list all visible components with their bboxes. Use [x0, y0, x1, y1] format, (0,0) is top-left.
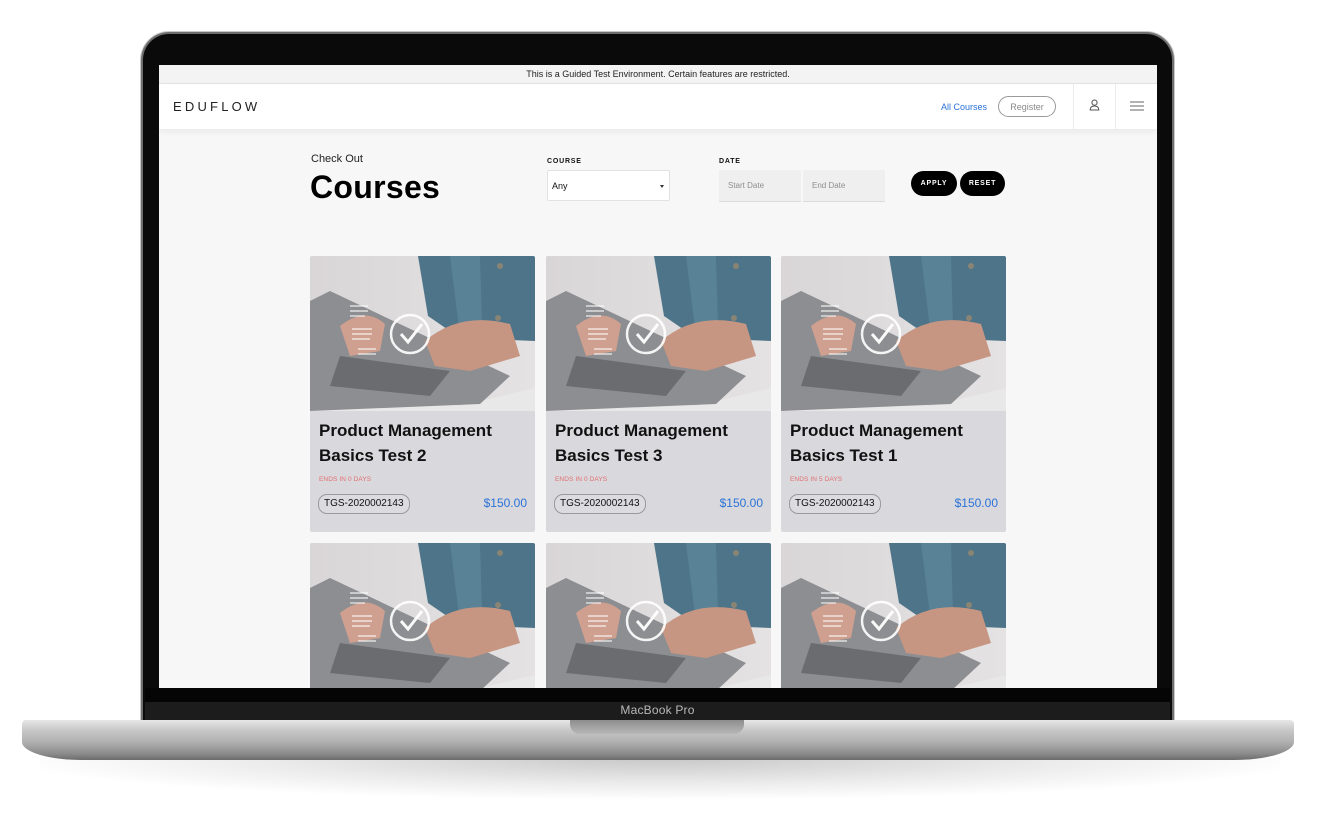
course-thumbnail [546, 543, 771, 688]
laptop-shadow [40, 758, 1280, 798]
navbar: EDUFLOW All Courses Register [159, 84, 1157, 129]
course-title[interactable]: Product Management Basics Test 1 [790, 418, 995, 468]
menu-button[interactable] [1115, 84, 1157, 129]
course-filter-label: COURSE [547, 158, 582, 165]
page-title: Courses [310, 169, 441, 205]
course-card[interactable] [310, 543, 535, 688]
course-ends-badge: ENDS IN 5 DAYS [790, 476, 843, 483]
course-code-tag: TGS-2020002143 [554, 494, 646, 514]
course-thumbnail-image [310, 256, 535, 411]
course-card[interactable] [781, 543, 1006, 688]
apply-button[interactable]: APPLY [911, 171, 957, 196]
date-filter-label: DATE [719, 158, 741, 165]
course-card-body: Product Management Basics Test 2 ENDS IN… [310, 411, 535, 532]
course-price: $150.00 [483, 496, 527, 510]
course-card[interactable]: Product Management Basics Test 1 ENDS IN… [781, 256, 1006, 532]
nav-link-all-courses[interactable]: All Courses [941, 102, 987, 112]
end-date-input[interactable] [803, 170, 885, 202]
course-thumbnail-image [310, 543, 535, 688]
course-ends-badge: ENDS IN 0 DAYS [555, 476, 608, 483]
course-thumbnail-image [781, 256, 1006, 411]
course-thumbnail [310, 543, 535, 688]
course-code-tag: TGS-2020002143 [318, 494, 410, 514]
course-ends-badge: ENDS IN 0 DAYS [319, 476, 372, 483]
course-card-body: Product Management Basics Test 3 ENDS IN… [546, 411, 771, 532]
menu-icon [1129, 98, 1144, 116]
laptop-mockup: MacBook Pro This is a Guided Test Enviro… [0, 0, 1343, 821]
course-thumbnail [781, 543, 1006, 688]
laptop-notch [570, 720, 744, 734]
course-thumbnail-image [546, 256, 771, 411]
course-card[interactable]: Product Management Basics Test 2 ENDS IN… [310, 256, 535, 532]
course-code-tag: TGS-2020002143 [789, 494, 881, 514]
register-button[interactable]: Register [998, 96, 1056, 117]
page-eyebrow: Check Out [311, 153, 363, 165]
course-thumbnail-image [781, 543, 1006, 688]
course-title[interactable]: Product Management Basics Test 2 [319, 418, 524, 468]
course-card[interactable]: Product Management Basics Test 3 ENDS IN… [546, 256, 771, 532]
course-select-value: Any [552, 180, 568, 191]
course-card[interactable] [546, 543, 771, 688]
course-price: $150.00 [954, 496, 998, 510]
caret-down-icon [660, 185, 664, 188]
reset-button[interactable]: RESET [960, 171, 1005, 196]
user-icon [1089, 98, 1100, 116]
device-model-label: MacBook Pro [620, 703, 695, 717]
course-thumbnail [546, 256, 771, 411]
environment-banner: This is a Guided Test Environment. Certa… [159, 65, 1157, 84]
laptop-bezel-strip [145, 688, 1170, 702]
account-button[interactable] [1073, 84, 1115, 129]
browser-screen: This is a Guided Test Environment. Certa… [159, 65, 1157, 688]
course-title[interactable]: Product Management Basics Test 3 [555, 418, 760, 468]
course-thumbnail [310, 256, 535, 411]
course-select[interactable]: Any [547, 170, 670, 201]
course-price: $150.00 [719, 496, 763, 510]
course-card-body: Product Management Basics Test 1 ENDS IN… [781, 411, 1006, 532]
brand-logo[interactable]: EDUFLOW [173, 99, 260, 114]
course-thumbnail-image [546, 543, 771, 688]
start-date-input[interactable] [719, 170, 801, 202]
course-thumbnail [781, 256, 1006, 411]
